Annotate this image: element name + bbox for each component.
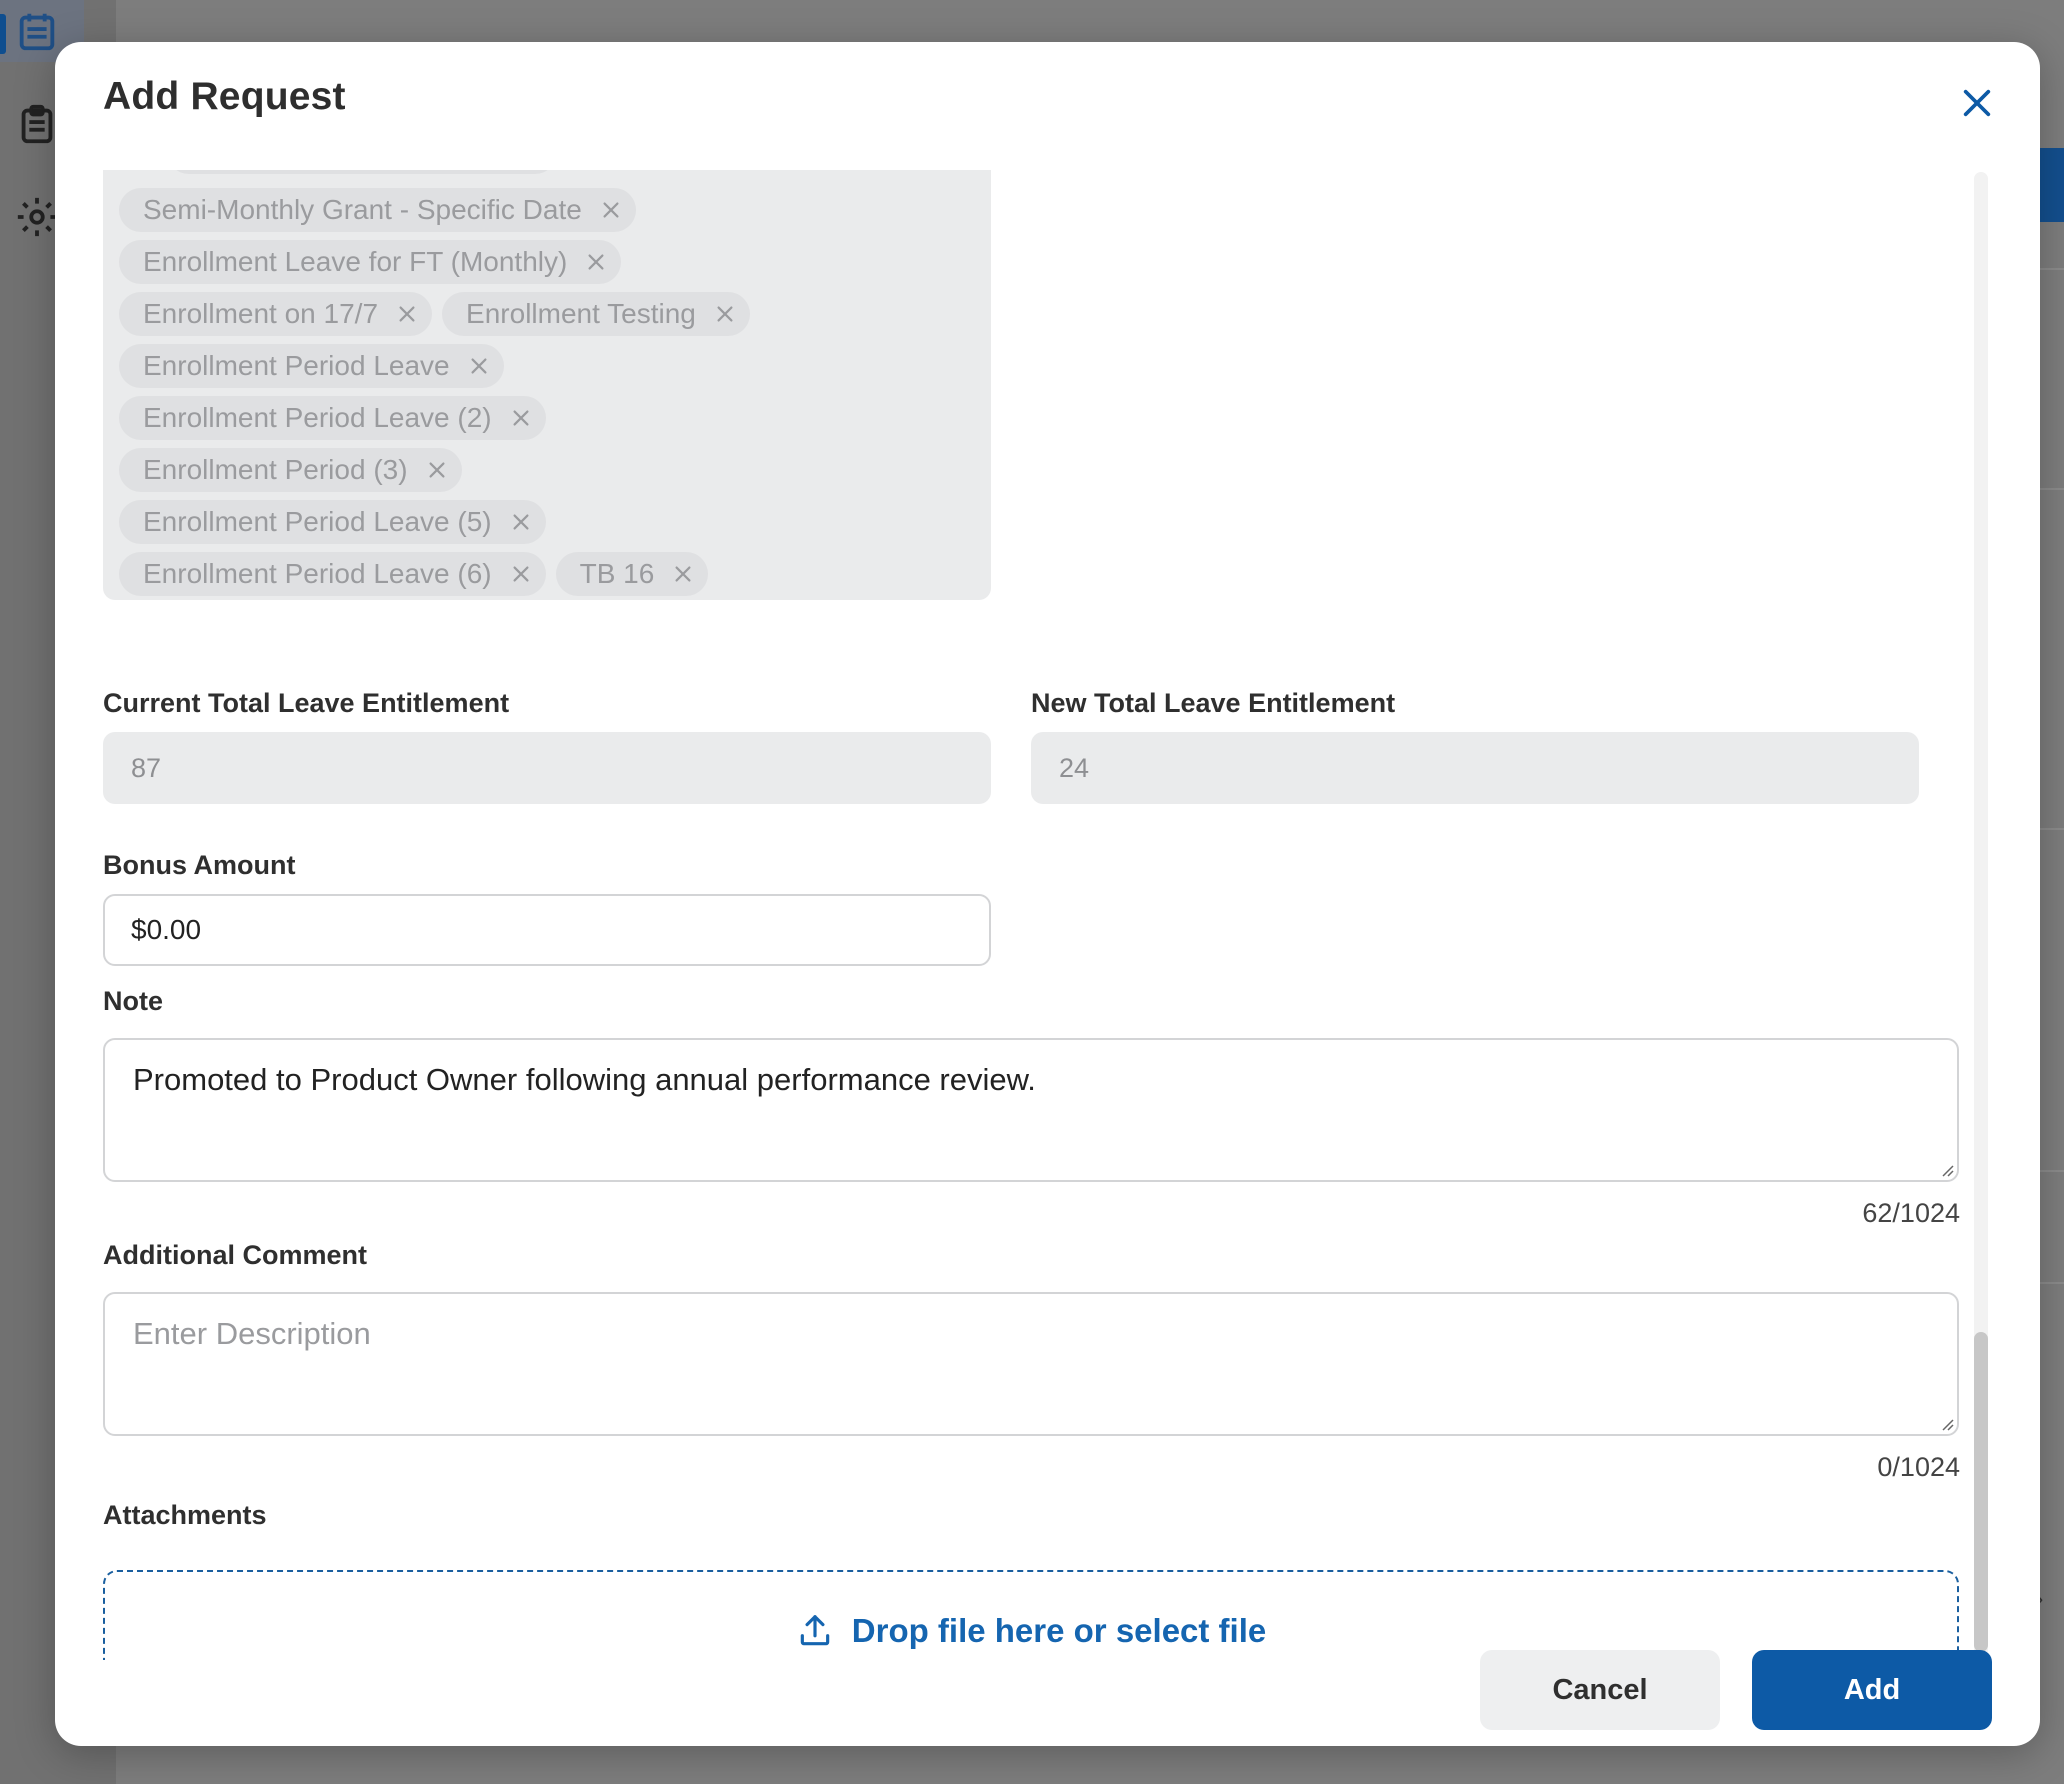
note-char-counter: 62/1024 xyxy=(1862,1198,1960,1228)
dropzone-label[interactable]: Drop file here or select file xyxy=(852,1612,1266,1660)
resize-handle-icon[interactable] xyxy=(1937,1160,1955,1178)
chip-label: Enrollment Period Leave (6) xyxy=(143,558,492,589)
leave-type-multiselect: Semi-Monthly Grant - Specific Date Enroll… xyxy=(103,170,991,600)
add-button[interactable]: Add xyxy=(1752,1650,1992,1730)
scrollbar-thumb[interactable] xyxy=(1974,1332,1988,1652)
gear-icon[interactable] xyxy=(14,194,60,240)
resize-handle-icon[interactable] xyxy=(1937,1414,1955,1432)
remove-chip-icon[interactable] xyxy=(396,303,418,325)
chip-label: Enrollment on 17/7 xyxy=(143,298,379,329)
cancel-button[interactable]: Cancel xyxy=(1480,1650,1720,1730)
chip-label: Enrollment Period Leave xyxy=(143,350,450,381)
remove-chip-icon[interactable] xyxy=(468,355,490,377)
leave-type-chip: Enrollment Period Leave xyxy=(119,344,504,388)
leave-type-chip: Enrollment Leave for FT (Monthly) xyxy=(119,240,622,284)
dialog-title: Add Request xyxy=(103,75,346,118)
active-nav-indicator xyxy=(0,14,6,54)
leave-type-chip: Enrollment Period Leave (6) xyxy=(119,552,546,596)
bonus-amount-label: Bonus Amount xyxy=(103,850,296,880)
leave-type-chip: Enrollment on 17/7 xyxy=(119,292,433,336)
remove-chip-icon[interactable] xyxy=(510,407,532,429)
clipboard-icon[interactable] xyxy=(14,101,60,147)
remove-chip-icon[interactable] xyxy=(600,199,622,221)
note-textarea[interactable]: Promoted to Product Owner following annu… xyxy=(103,1038,1959,1182)
chip-row: Enrollment on 17/7 Enrollment Testing xyxy=(119,288,975,340)
leave-type-chip: Enrollment Period (3) xyxy=(119,448,462,492)
background-divider xyxy=(2040,488,2064,490)
upload-icon xyxy=(800,1615,830,1646)
chip-label: TB 16 xyxy=(579,558,655,589)
bonus-amount-input[interactable]: $0.00 xyxy=(103,894,991,966)
additional-comment-textarea[interactable]: Enter Description xyxy=(103,1292,1959,1436)
background-divider xyxy=(2040,268,2064,270)
comment-char-counter: 0/1024 xyxy=(1877,1452,1960,1482)
chip-row: Enrollment Period Leave (6) TB 16 xyxy=(119,548,975,600)
leave-type-chip: Enrollment Period Leave (5) xyxy=(119,500,546,544)
close-button[interactable] xyxy=(1952,78,2002,128)
chip-label: Enrollment Period Leave (2) xyxy=(143,402,492,433)
comment-placeholder: Enter Description xyxy=(133,1316,371,1351)
background-divider xyxy=(2040,828,2064,830)
chip-row: Semi-Monthly Grant - Specific Date xyxy=(119,184,975,236)
background-divider xyxy=(2040,1282,2064,1284)
chip-label: Enrollment Period Leave (5) xyxy=(143,506,492,537)
file-dropzone[interactable]: Drop file here or select file xyxy=(103,1570,1959,1660)
add-request-dialog: Add Request Semi-Monthly Grant - Specifi… xyxy=(55,42,2040,1746)
remove-chip-icon[interactable] xyxy=(510,563,532,585)
remove-chip-icon[interactable] xyxy=(510,511,532,533)
chip-label: Enrollment Leave for FT (Monthly) xyxy=(143,246,568,277)
calendar-icon xyxy=(19,13,55,51)
chip-row: Enrollment Leave for FT (Monthly) xyxy=(119,236,975,288)
remove-chip-icon[interactable] xyxy=(672,563,694,585)
leave-type-chip: Semi-Monthly Grant - Specific Date xyxy=(119,188,636,232)
leave-type-chip: Enrollment Testing xyxy=(442,292,750,336)
leave-type-chip: TB 16 xyxy=(555,552,709,596)
remove-chip-icon[interactable] xyxy=(426,459,448,481)
chip-row: Enrollment Period Leave (5) xyxy=(119,496,975,548)
new-total-field: 24 xyxy=(1031,732,1919,804)
additional-comment-label: Additional Comment xyxy=(103,1240,367,1270)
chip-label: Enrollment Testing xyxy=(466,298,696,329)
leave-type-chip: Enrollment Period Leave (2) xyxy=(119,396,546,440)
note-label: Note xyxy=(103,986,163,1016)
remove-chip-icon[interactable] xyxy=(714,303,736,325)
chip-label: Enrollment Period (3) xyxy=(143,454,408,485)
chip-row: Enrollment Period Leave xyxy=(119,340,975,392)
background-divider xyxy=(2040,1170,2064,1172)
note-text: Promoted to Product Owner following annu… xyxy=(133,1062,1036,1097)
current-total-field: 87 xyxy=(103,732,991,804)
chip-label: Semi-Monthly Grant - Specific Date xyxy=(143,194,582,225)
chip-row: Enrollment Period Leave (2) xyxy=(119,392,975,444)
chip-partial xyxy=(167,170,557,174)
current-total-label: Current Total Leave Entitlement xyxy=(103,688,510,718)
chip-row: Enrollment Period (3) xyxy=(119,444,975,496)
dialog-body[interactable]: Semi-Monthly Grant - Specific Date Enroll… xyxy=(55,170,2040,1660)
remove-chip-icon[interactable] xyxy=(585,251,607,273)
attachments-label: Attachments xyxy=(103,1500,267,1530)
new-total-label: New Total Leave Entitlement xyxy=(1031,688,1396,718)
close-icon xyxy=(1963,89,1991,117)
